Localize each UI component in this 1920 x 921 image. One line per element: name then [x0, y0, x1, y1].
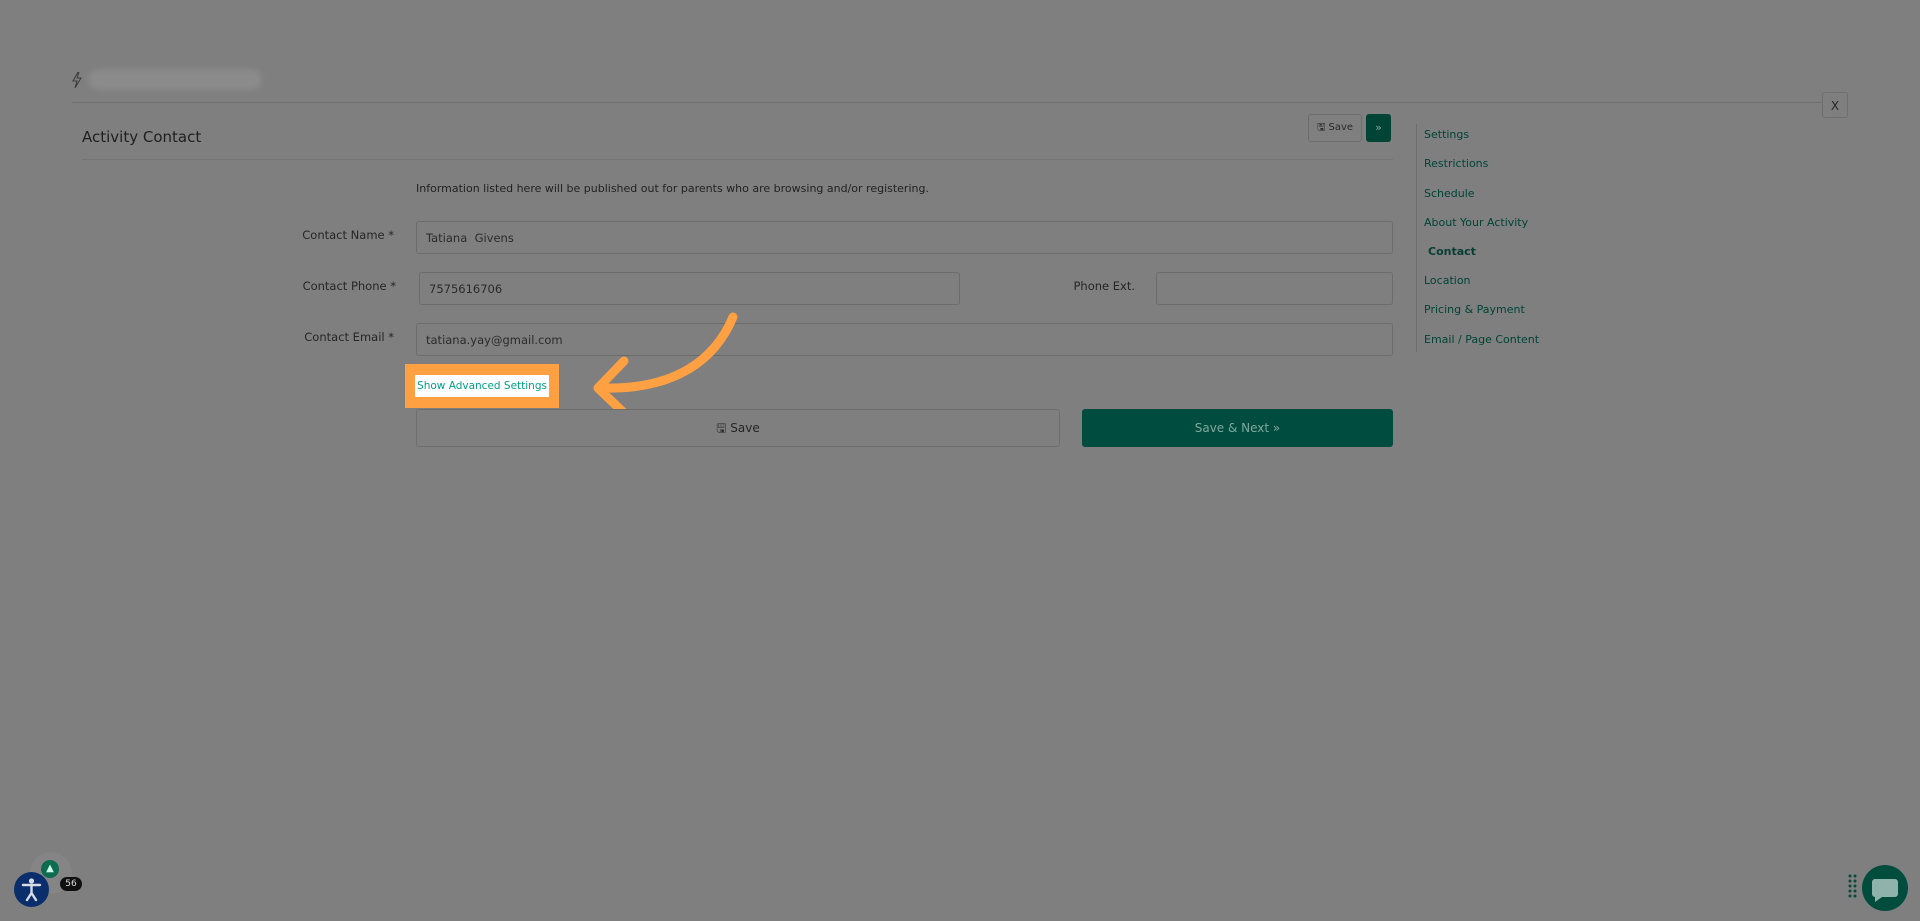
- save-next-button[interactable]: Save & Next »: [1082, 409, 1393, 447]
- accessibility-icon: [21, 878, 42, 902]
- title-divider: [82, 159, 1393, 160]
- close-button[interactable]: X: [1822, 92, 1848, 118]
- annotation-arrow: [593, 312, 738, 418]
- nav-item-pricing[interactable]: Pricing & Payment: [1424, 303, 1525, 317]
- nav-divider: [1416, 124, 1417, 352]
- top-divider: [72, 102, 1848, 103]
- page-title: Activity Contact: [82, 128, 202, 146]
- nav-item-about[interactable]: About Your Activity: [1424, 216, 1528, 230]
- save-disk-icon: 🖫: [716, 421, 731, 435]
- nav-item-location[interactable]: Location: [1424, 274, 1471, 288]
- notification-badge: 56: [60, 877, 82, 891]
- contact-phone-input[interactable]: [419, 272, 960, 305]
- contact-name-label: Contact Name *: [302, 228, 394, 242]
- phone-ext-label: Phone Ext.: [1073, 279, 1135, 293]
- show-advanced-settings-link[interactable]: Show Advanced Settings: [415, 375, 549, 397]
- header-save-button[interactable]: 🖫 Save: [1308, 114, 1362, 142]
- chat-button[interactable]: [1862, 865, 1908, 911]
- contact-email-label: Contact Email *: [304, 330, 394, 344]
- intro-text: Information listed here will be publishe…: [416, 182, 929, 195]
- save-label: Save: [730, 421, 760, 435]
- contact-phone-label: Contact Phone *: [302, 279, 396, 293]
- contact-email-input[interactable]: [416, 323, 1393, 356]
- accessibility-button[interactable]: [14, 872, 49, 907]
- header-save-label: Save: [1328, 122, 1354, 133]
- nav-item-settings[interactable]: Settings: [1424, 128, 1469, 142]
- phone-ext-input[interactable]: [1156, 272, 1393, 305]
- contact-name-input[interactable]: [416, 221, 1393, 254]
- drag-grip-icon[interactable]: [1848, 874, 1857, 898]
- save-button[interactable]: 🖫 Save: [416, 409, 1060, 447]
- nav-item-restrictions[interactable]: Restrictions: [1424, 157, 1488, 171]
- blurred-breadcrumb: [92, 73, 258, 86]
- nav-item-schedule[interactable]: Schedule: [1424, 187, 1475, 201]
- header-next-button[interactable]: »: [1366, 114, 1391, 142]
- bolt-icon: [72, 71, 84, 90]
- nav-item-contact[interactable]: Contact: [1428, 245, 1476, 259]
- save-disk-icon: 🖫: [1316, 122, 1326, 133]
- chat-bubble-icon: [1872, 879, 1898, 902]
- nav-item-email-page-content[interactable]: Email / Page Content: [1424, 333, 1539, 347]
